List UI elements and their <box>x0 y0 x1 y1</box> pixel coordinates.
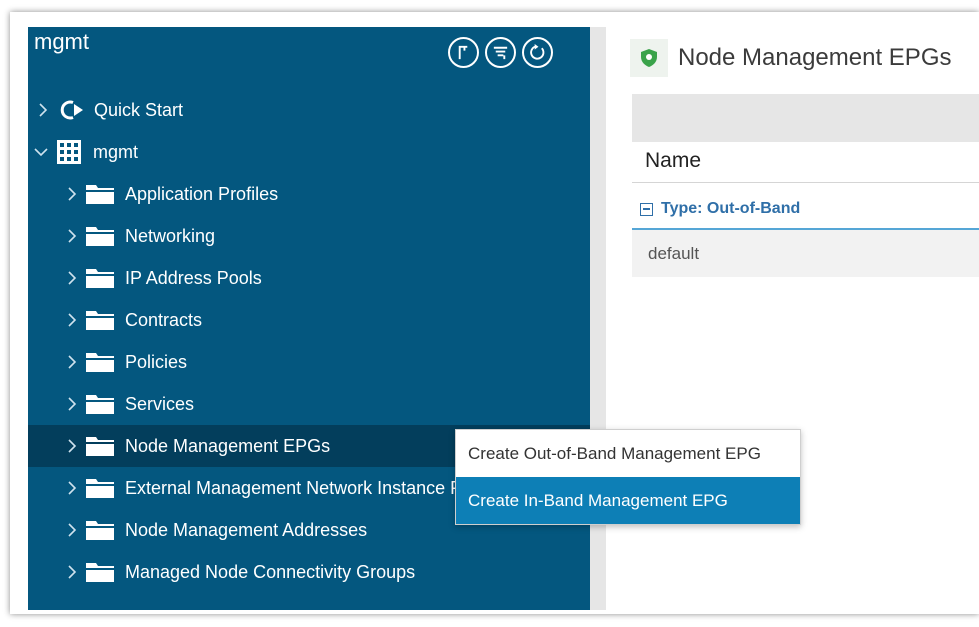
filter-list-icon <box>493 46 508 60</box>
shield-icon <box>630 39 668 77</box>
tree-item-contracts[interactable]: Contracts <box>28 299 590 341</box>
folder-icon <box>85 393 115 415</box>
row-name-cell: default <box>648 243 700 263</box>
tree-item-label: Networking <box>125 225 216 246</box>
tree-view-button[interactable] <box>448 37 479 68</box>
tree-item-managed-node-connectivity-groups[interactable]: Managed Node Connectivity Groups <box>28 551 590 593</box>
table-toolbar <box>632 94 979 142</box>
tree-item-ip-address-pools[interactable]: IP Address Pools <box>28 257 590 299</box>
group-label: Type: Out-of-Band <box>661 200 801 217</box>
tree-view-icon <box>458 45 468 60</box>
folder-icon <box>85 519 115 541</box>
page-title: Node Management EPGs <box>678 44 952 71</box>
menu-item-create-out-of-band-epg[interactable]: Create Out-of-Band Management EPG <box>456 430 800 477</box>
chevron-right-icon[interactable] <box>65 355 79 369</box>
tree-item-label: Node Management Addresses <box>125 519 368 540</box>
chevron-down-icon[interactable] <box>34 145 48 159</box>
app-window: mgmt Quick Start mgmt Application Profil… <box>10 12 979 614</box>
tree-item-label: Policies <box>125 351 188 372</box>
tree-item-label: Quick Start <box>94 99 184 120</box>
nav-title: mgmt <box>34 29 89 54</box>
tree-item-services[interactable]: Services <box>28 383 590 425</box>
chevron-right-icon[interactable] <box>65 229 79 243</box>
tree-item-mgmt[interactable]: mgmt <box>28 131 590 173</box>
folder-icon <box>85 477 115 499</box>
filter-list-button[interactable] <box>485 37 516 68</box>
tree-item-networking[interactable]: Networking <box>28 215 590 257</box>
chevron-right-icon[interactable] <box>65 397 79 411</box>
folder-icon <box>85 435 115 457</box>
folder-icon <box>85 309 115 331</box>
tree-item-policies[interactable]: Policies <box>28 341 590 383</box>
chevron-right-icon[interactable] <box>65 523 79 537</box>
chevron-right-icon[interactable] <box>36 103 50 117</box>
tree-item-label: Node Management EPGs <box>125 435 331 456</box>
tree-item-label: External Management Network Instance Pro… <box>125 477 511 498</box>
menu-item-create-in-band-epg[interactable]: Create In-Band Management EPG <box>456 477 800 524</box>
refresh-button[interactable] <box>522 37 553 68</box>
page-header: Node Management EPGs <box>630 39 951 77</box>
folder-icon <box>85 351 115 373</box>
refresh-icon <box>530 43 545 60</box>
tree-item-label: Managed Node Connectivity Groups <box>125 561 416 582</box>
folder-icon <box>85 183 115 205</box>
column-header-label: Name <box>645 149 702 172</box>
chevron-right-icon[interactable] <box>65 481 79 495</box>
chevron-right-icon[interactable] <box>65 271 79 285</box>
tree-item-quick-start[interactable]: Quick Start <box>28 89 590 131</box>
chevron-right-icon[interactable] <box>65 187 79 201</box>
tree-item-label: Services <box>125 393 195 414</box>
quick-start-icon <box>58 99 88 121</box>
folder-icon <box>85 267 115 289</box>
nav-toolbar <box>448 37 553 68</box>
chevron-right-icon[interactable] <box>65 439 79 453</box>
folder-icon <box>85 225 115 247</box>
tree-item-label: Application Profiles <box>125 183 279 204</box>
context-menu: Create Out-of-Band Management EPG Create… <box>455 429 801 525</box>
tree-item-label: Contracts <box>125 309 203 330</box>
tenant-grid-icon <box>56 139 82 165</box>
chevron-right-icon[interactable] <box>65 313 79 327</box>
tree-item-label: IP Address Pools <box>125 267 262 288</box>
column-header-name[interactable]: Name <box>632 145 979 183</box>
tree-item-label: mgmt <box>93 141 138 162</box>
group-row-out-of-band[interactable]: Type: Out-of-Band <box>632 190 979 230</box>
tree-item-application-profiles[interactable]: Application Profiles <box>28 173 590 215</box>
table-row[interactable]: default <box>632 230 979 277</box>
folder-icon <box>85 561 115 583</box>
chevron-right-icon[interactable] <box>65 565 79 579</box>
collapse-icon[interactable] <box>640 202 653 216</box>
